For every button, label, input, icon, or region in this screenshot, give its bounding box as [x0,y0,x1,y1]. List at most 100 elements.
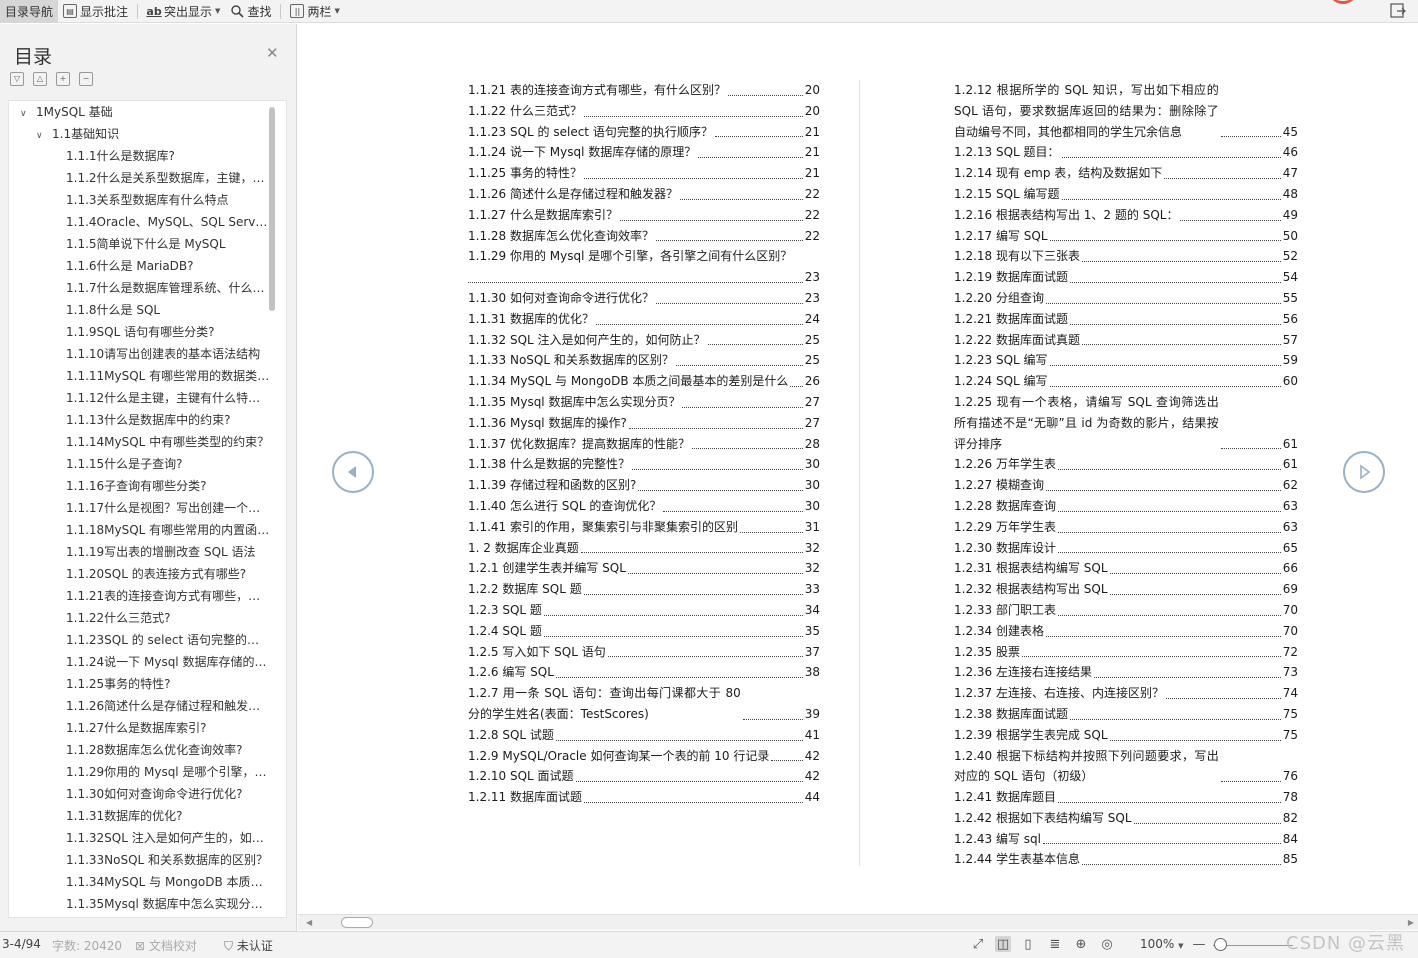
toc-entry[interactable]: 1.2.19 数据库面试题 54 [954,267,1298,288]
toc-tree-item[interactable]: 1.1.14MySQL 中有哪些类型的约束？ [9,431,271,453]
toc-entry[interactable]: 1.1.41 索引的作用，聚集索引与非聚集索引的区别 31 [468,517,820,538]
toc-entry[interactable]: 1.2.1 创建学生表并编写 SQL 32 [468,558,820,579]
page-indicator[interactable]: 3-4/94 [2,937,41,951]
find-button[interactable]: 查找 [225,0,276,23]
toc-entry[interactable]: 1.2.33 部门职工表 70 [954,600,1298,621]
toc-entry[interactable]: 1.1.35 Mysql 数据库中怎么实现分页？ 27 [468,392,820,413]
toc-entry[interactable]: 1.1.34 MySQL 与 MongoDB 本质之间最基本的差别是什么 26 [468,371,820,392]
toc-entry[interactable]: 1.2.9 MySQL/Oracle 如何查询某一个表的前 10 行记录 42 [468,746,820,767]
toc-tree-item[interactable]: 1.1.24说一下 Mysql 数据库存储的原理？ [9,651,271,673]
toc-tree-item[interactable]: 1.1.32SQL 注入是如何产生的，如何防止？ [9,827,271,849]
toc-entry[interactable]: 1.2.35 股票 72 [954,642,1298,663]
toc-tree-item[interactable]: 1.1.27什么是数据库索引? [9,717,271,739]
toc-entry[interactable]: 1.1.39 存储过程和函数的区别? 30 [468,475,820,496]
toc-tree-item[interactable]: 1.1.8什么是 SQL [9,299,271,321]
highlight-button[interactable]: ab 突出显示 ▼ [142,0,225,23]
sidebar-scrollbar[interactable] [269,107,275,311]
web-view-icon[interactable]: ⊕ [1073,936,1089,952]
toc-entry[interactable]: 1.1.36 Mysql 数据库的操作? 27 [468,413,820,434]
toc-tree-item[interactable]: 1.1.1什么是数据库? [9,145,271,167]
toc-entry[interactable]: 1.2.7 用一条 SQL 语句：查询出每门课都大于 80 分的学生姓名(表面：… [468,683,820,725]
toc-entry[interactable]: 1.1.22 什么三范式？ 20 [468,101,820,122]
two-page-view-icon[interactable]: ◫ [995,936,1011,952]
toc-tree-item[interactable]: 1.1.28数据库怎么优化查询效率? [9,739,271,761]
toc-tree-item[interactable]: 1.1.30如何对查询命令进行优化? [9,783,271,805]
toc-tree-item[interactable]: 1.1.11MySQL 有哪些常用的数据类型？ [9,365,271,387]
toc-entry[interactable]: 1.2.26 万年学生表 61 [954,454,1298,475]
toc-entry[interactable]: 1.2.18 现有以下三张表 52 [954,246,1298,267]
show-comments-button[interactable]: ▤ 显示批注 [58,0,133,23]
toc-tree-item[interactable]: 1.1.5简单说下什么是 MySQL [9,233,271,255]
horizontal-scrollbar[interactable]: ◀ ▶ [298,914,1418,930]
toc-entry[interactable]: 1.2.44 学生表基本信息 85 [954,849,1298,870]
toc-entry[interactable]: 1.1.38 什么是数据的完整性？ 30 [468,454,820,475]
toc-entry[interactable]: 1.1.31 数据库的优化？ 24 [468,309,820,330]
two-column-button[interactable]: || 两栏 ▼ [285,0,344,23]
toc-entry[interactable]: 1.2.15 SQL 编写题 48 [954,184,1298,205]
toc-tree-item[interactable]: 1.1.20SQL 的表连接方式有哪些? [9,563,271,585]
toc-tree-item[interactable]: 1.1.35Mysql 数据库中怎么实现分页？ [9,893,271,915]
chevron-down-icon[interactable]: ∨ [20,103,32,123]
toc-entry[interactable]: 1.1.33 NoSQL 和关系数据库的区别？ 25 [468,350,820,371]
toc-entry[interactable]: 1.1.24 说一下 Mysql 数据库存储的原理？ 21 [468,142,820,163]
fullscreen-icon[interactable]: ⤢ [970,936,986,952]
toc-tree-item[interactable]: 1.1.12什么是主键，主键有什么特点？ [9,387,271,409]
toc-entry[interactable]: 1.1.23 SQL 的 select 语句完整的执行顺序？ 21 [468,122,820,143]
toc-entry[interactable]: 1.2.17 编写 SQL 50 [954,226,1298,247]
toc-tree-item[interactable]: 1.1.4Oracle、MySQL、SQL Server 有什么区别？ [9,211,271,233]
next-page-button[interactable] [1343,451,1385,493]
toc-tree-item[interactable]: 1.1.26简述什么是存储过程和触发器？ [9,695,271,717]
toc-tree-item[interactable]: 1.1.18MySQL 有哪些常用的内置函数？ [9,519,271,541]
scrollbar-thumb[interactable] [341,917,373,928]
toc-entry[interactable]: 1.2.5 写入如下 SQL 语句 37 [468,642,820,663]
toc-entry[interactable]: 1.1.40 怎么进行 SQL 的查询优化？ 30 [468,496,820,517]
toc-tree-item[interactable]: 1.1.34MySQL 与 MongoDB 本质之间最基本的差别是什么 [9,871,271,893]
toc-entry[interactable]: 1.2.12 根据所学的 SQL 知识，写出如下相应的 SQL 语句，要求数据库… [954,80,1298,143]
close-icon[interactable]: ✕ [266,44,279,62]
toc-entry[interactable]: 1.2.3 SQL 题 34 [468,600,820,621]
toc-tree-item[interactable]: 1.1.25事务的特性? [9,673,271,695]
toc-entry[interactable]: 1.2.25 现有一个表格，请编写 SQL 查询筛选出所有描述不是“无聊”且 i… [954,391,1298,455]
toc-entry[interactable]: 1.2.40 根据下标结构并按照下列问题要求，写出对应的 SQL 语句（初级） 7… [954,745,1298,788]
toc-entry[interactable]: 1.1.28 数据库怎么优化查询效率？ 22 [468,226,820,247]
certification-button[interactable]: ⛉ 未认证 [224,937,273,954]
toc-entry[interactable]: 1.1.29 你用的 Mysql 是哪个引擎，各引擎之间有什么区别？ 23 [468,246,820,288]
toc-entry[interactable]: 1.2.14 现有 emp 表，结构及数据如下 47 [954,163,1298,184]
toc-entry[interactable]: 1.2.32 根据表结构写出 SQL 69 [954,579,1298,600]
toc-tree-item[interactable]: 1.1.6什么是 MariaDB? [9,255,271,277]
toc-entry[interactable]: 1.2.37 左连接、右连接、内连接区别？ 74 [954,683,1298,704]
toc-entry[interactable]: 1.2.27 模糊查询 62 [954,475,1298,496]
toc-entry[interactable]: 1.1.30 如何对查询命令进行优化？ 23 [468,288,820,309]
previous-page-button[interactable] [332,451,374,493]
toc-entry[interactable]: 1.2.2 数据库 SQL 题 33 [468,579,820,600]
toc-entry[interactable]: 1.2.41 数据库题目 78 [954,787,1298,808]
toc-tree-item[interactable]: 1.1.33NoSQL 和关系数据库的区别？ [9,849,271,871]
toc-tree-section[interactable]: ∨ 1MySQL 基础 [9,101,271,123]
scroll-left-icon[interactable]: ◀ [306,918,312,927]
toc-entry[interactable]: 1.2.20 分组查询 55 [954,288,1298,309]
expand-all-icon[interactable]: ▽ [10,72,24,86]
toc-tree-item[interactable]: 1.1.22什么三范式? [9,607,271,629]
toc-entry[interactable]: 1.2.42 根据如下表结构编写 SQL 82 [954,808,1298,829]
toc-tree-item[interactable]: 1.1.31数据库的优化? [9,805,271,827]
remove-bookmark-icon[interactable]: − [79,72,93,86]
collapse-all-icon[interactable]: △ [33,72,47,86]
toc-tree-item[interactable]: 1.1.29你用的 Mysql 是哪个引擎，各引擎之间有什么区别？ [9,761,271,783]
toc-entry[interactable]: 1.1.32 SQL 注入是如何产生的，如何防止？ 25 [468,330,820,351]
chevron-down-icon[interactable]: ∨ [36,125,48,145]
toc-tree-item[interactable]: 1.1.13什么是数据库中的约束? [9,409,271,431]
nav-toggle-button[interactable]: 目录导航 [0,0,59,23]
toc-tree-item[interactable]: 1.1.19写出表的增删改查 SQL 语法 [9,541,271,563]
toc-tree-item[interactable]: 1.1.15什么是子查询? [9,453,271,475]
toc-entry[interactable]: 1.2.30 数据库设计 65 [954,538,1298,559]
proofread-button[interactable]: ⊠ 文档校对 [135,937,197,954]
toc-entry[interactable]: 1.1.26 简述什么是存储过程和触发器？ 22 [468,184,820,205]
toc-entry[interactable]: 1.2.43 编写 sql 84 [954,829,1298,850]
page-view-icon[interactable]: ▯ [1020,936,1036,952]
toc-tree-item[interactable]: 1.1.16子查询有哪些分类? [9,475,271,497]
zoom-out-icon[interactable]: — [1191,936,1207,952]
outline-view-icon[interactable]: ≣ [1047,936,1063,952]
toc-tree-item[interactable]: 1.1.9SQL 语句有哪些分类? [9,321,271,343]
toc-entry[interactable]: 1.2.21 数据库面试题 56 [954,309,1298,330]
toc-entry[interactable]: 1.2.10 SQL 面试题 42 [468,766,820,787]
